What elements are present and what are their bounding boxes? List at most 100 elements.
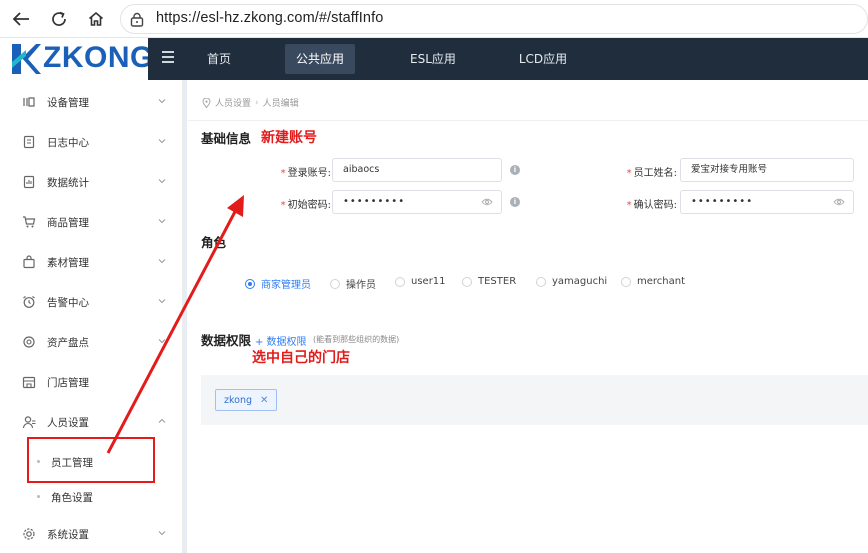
- sidebar-item-material[interactable]: 素材管理: [0, 242, 183, 282]
- tab-esl-apps[interactable]: ESL应用: [403, 44, 463, 74]
- sidebar-scrollbar[interactable]: [183, 80, 187, 553]
- sidebar-item-label: 系统设置: [47, 529, 89, 541]
- sidebar-subitem-label: 角色设置: [51, 492, 93, 504]
- eye-icon[interactable]: [481, 197, 493, 207]
- settings-icon: [23, 528, 35, 540]
- menu-toggle-icon[interactable]: [162, 51, 176, 65]
- chevron-down-icon: [158, 299, 166, 304]
- chevron-down-icon: [158, 339, 166, 344]
- initial-password-label: * 初始密码:: [280, 200, 331, 211]
- org-tag[interactable]: zkong ✕: [215, 389, 278, 411]
- breadcrumb: 人员设置 › 人员编辑: [202, 96, 299, 109]
- chevron-down-icon: [158, 219, 166, 224]
- password-mask: •••••••••: [343, 196, 406, 207]
- chevron-up-icon: [158, 418, 166, 423]
- top-nav: 首页 公共应用 ESL应用 LCD应用: [148, 38, 868, 80]
- tag-label: zkong: [224, 394, 253, 406]
- address-bar[interactable]: https://esl-hz.zkong.com/#/staffInfo: [120, 4, 868, 34]
- chevron-down-icon: [158, 179, 166, 184]
- sidebar-item-asset[interactable]: 资产盘点: [0, 322, 183, 362]
- radio-label: merchant: [637, 276, 686, 287]
- chevron-down-icon: [158, 531, 166, 536]
- divider: [188, 120, 868, 121]
- staff-name-input[interactable]: 爱宝对接专用账号: [680, 158, 854, 182]
- tab-home[interactable]: 首页: [198, 44, 240, 74]
- sidebar-item-goods[interactable]: 商品管理: [0, 202, 183, 242]
- chevron-down-icon: [158, 99, 166, 104]
- sidebar-item-store[interactable]: 门店管理: [0, 362, 183, 402]
- radio-label: TESTER: [478, 276, 517, 287]
- device-icon: [23, 97, 35, 107]
- site-info-icon[interactable]: [129, 12, 145, 32]
- browser-toolbar: https://esl-hz.zkong.com/#/staffInfo: [0, 0, 868, 38]
- store-icon: [22, 376, 36, 389]
- role-option-operator[interactable]: 操作员: [330, 276, 376, 291]
- confirm-password-label: * 确认密码:: [626, 200, 677, 211]
- sidebar-item-label: 人员设置: [47, 417, 89, 429]
- logo-text: ZKONG: [43, 41, 154, 74]
- sidebar-item-alarm[interactable]: 告警中心: [0, 282, 183, 322]
- radio-label: user11: [411, 276, 446, 287]
- tab-public-apps[interactable]: 公共应用: [285, 44, 355, 74]
- sidebar-item-label: 日志中心: [47, 137, 89, 149]
- info-icon[interactable]: i: [510, 165, 520, 175]
- annotation-new-account: 新建账号: [261, 130, 317, 146]
- confirm-password-input[interactable]: •••••••••: [680, 190, 854, 214]
- tab-lcd-apps[interactable]: LCD应用: [513, 44, 573, 74]
- chevron-down-icon: [158, 259, 166, 264]
- data-permission-hint: (能看到那些组织的数据): [313, 335, 400, 344]
- sidebar-subitem-roles[interactable]: 角色设置: [0, 481, 183, 511]
- initial-password-input[interactable]: •••••••••: [332, 190, 502, 214]
- data-permission-tags: zkong ✕: [201, 375, 868, 425]
- log-icon: [23, 135, 35, 149]
- brand-logo[interactable]: ZKONG: [0, 38, 153, 80]
- logo-mark-icon: [12, 44, 41, 74]
- chevron-down-icon: [158, 139, 166, 144]
- sidebar-item-label: 告警中心: [47, 297, 89, 309]
- breadcrumb-separator: ›: [255, 97, 259, 108]
- sidebar-item-label: 设备管理: [47, 97, 89, 109]
- role-option-merchant-admin[interactable]: 商家管理员: [245, 276, 311, 291]
- radio-label: 操作员: [346, 280, 376, 291]
- section-title-data-permission: 数据权限: [201, 333, 252, 348]
- sidebar-item-label: 门店管理: [47, 377, 89, 389]
- sidebar-item-log[interactable]: 日志中心: [0, 122, 183, 162]
- close-icon[interactable]: ✕: [260, 395, 268, 406]
- eye-icon[interactable]: [833, 197, 845, 207]
- password-mask: •••••••••: [691, 196, 754, 207]
- sidebar-subitem-label: 员工管理: [51, 457, 93, 469]
- sidebar-item-stats[interactable]: 数据统计: [0, 162, 183, 202]
- staff-name-label: * 员工姓名:: [626, 168, 677, 179]
- annotation-select-store: 选中自己的门店: [252, 350, 350, 366]
- home-icon[interactable]: [85, 8, 107, 30]
- role-option-yamaguchi[interactable]: yamaguchi: [536, 276, 607, 287]
- radio-circle: [245, 278, 255, 289]
- breadcrumb-item[interactable]: 人员设置: [215, 96, 251, 109]
- role-option-tester[interactable]: TESTER: [462, 276, 516, 287]
- info-icon[interactable]: i: [510, 197, 520, 207]
- sidebar-item-label: 素材管理: [47, 257, 89, 269]
- cart-icon: [23, 216, 36, 228]
- role-option-merchant[interactable]: merchant: [621, 276, 685, 287]
- radio-label: yamaguchi: [552, 276, 608, 287]
- breadcrumb-item: 人员编辑: [262, 99, 299, 109]
- sidebar-item-personnel[interactable]: 人员设置: [0, 402, 183, 442]
- role-option-user11[interactable]: user11: [395, 276, 446, 287]
- asset-icon: [23, 336, 35, 348]
- reload-icon[interactable]: [48, 8, 70, 30]
- bullet: [37, 495, 40, 498]
- radio-circle: [462, 276, 472, 287]
- main-content: 人员设置 › 人员编辑 基础信息 新建账号 * 登录账号: aibaocs i *…: [188, 80, 868, 553]
- login-account-input[interactable]: aibaocs: [332, 158, 502, 182]
- sidebar-item-device[interactable]: 设备管理: [0, 82, 183, 122]
- sidebar-item-system[interactable]: 系统设置: [0, 514, 183, 553]
- bag-icon: [23, 255, 35, 269]
- bullet: [37, 460, 40, 463]
- sidebar-subitem-staff[interactable]: 员工管理: [0, 446, 183, 476]
- add-data-permission-link[interactable]: + 数据权限: [255, 333, 307, 348]
- url-text[interactable]: https://esl-hz.zkong.com/#/staffInfo: [156, 10, 383, 26]
- radio-circle: [330, 278, 340, 289]
- radio-circle: [395, 276, 405, 287]
- sidebar: 设备管理 日志中心 数据统计 商品管理 素材管理 告警中心 资产盘点 门店管理 …: [0, 80, 183, 553]
- back-arrow-icon[interactable]: [10, 8, 32, 30]
